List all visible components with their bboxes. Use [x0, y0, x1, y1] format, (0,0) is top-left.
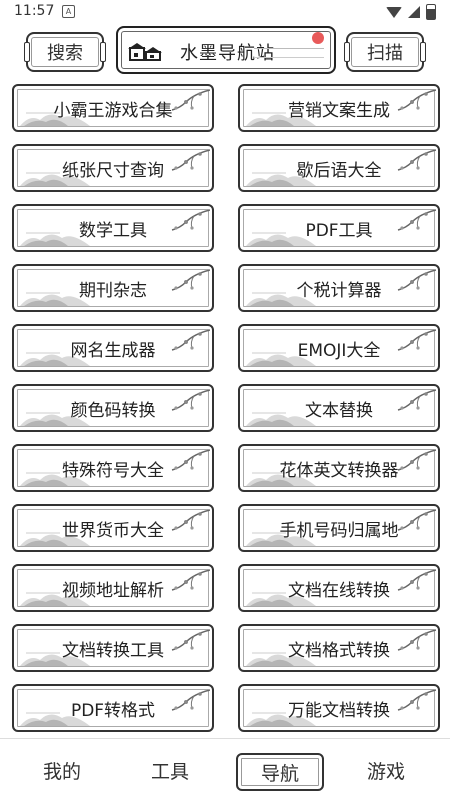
tab-label: 我的 [42, 760, 81, 783]
top-bar: 搜索 水墨导航站 扫描 [0, 24, 450, 76]
status-bar: 11:57 A [0, 0, 450, 24]
status-time: 11:57 [14, 3, 55, 19]
tool-card-label: 世界货币大全 [62, 521, 164, 541]
tool-card-label: 手机号码归属地 [279, 521, 399, 541]
tab-games[interactable]: 游戏 [344, 753, 428, 787]
tool-card[interactable]: 纸张尺寸查询 [12, 144, 214, 192]
tool-card-label: 歇后语大全 [296, 161, 382, 181]
tool-card-label: 视频地址解析 [62, 581, 164, 601]
status-icons [386, 4, 436, 20]
tab-nav[interactable]: 导航 [236, 753, 324, 791]
search-button-label: 搜索 [47, 43, 83, 64]
tool-card-label: 期刊杂志 [79, 281, 147, 301]
tool-card[interactable]: EMOJI大全 [238, 324, 440, 372]
tool-card[interactable]: 文本替换 [238, 384, 440, 432]
red-sun-icon [312, 32, 324, 44]
tool-card[interactable]: 网名生成器 [12, 324, 214, 372]
app-title-banner: 水墨导航站 [116, 26, 336, 74]
tool-card[interactable]: 小霸王游戏合集 [12, 84, 214, 132]
tool-card-label: 文档格式转换 [288, 641, 390, 661]
signal-icon [408, 6, 420, 18]
tab-label: 导航 [260, 762, 299, 785]
scan-button-label: 扫描 [367, 43, 403, 64]
tool-card[interactable]: 手机号码归属地 [238, 504, 440, 552]
tool-card[interactable]: 数学工具 [12, 204, 214, 252]
tool-card[interactable]: 颜色码转换 [12, 384, 214, 432]
tool-card-label: PDF转格式 [70, 701, 156, 721]
battery-icon [426, 4, 436, 20]
tool-card-label: 特殊符号大全 [62, 461, 164, 481]
tool-card[interactable]: PDF转格式 [12, 684, 214, 732]
tool-card-label: 营销文案生成 [288, 101, 390, 121]
tab-label: 游戏 [366, 760, 405, 783]
tool-card-label: 小霸王游戏合集 [53, 101, 173, 121]
tool-card[interactable]: 特殊符号大全 [12, 444, 214, 492]
tool-card-label: 网名生成器 [70, 341, 156, 361]
tool-card[interactable]: 文档在线转换 [238, 564, 440, 612]
scan-button[interactable]: 扫描 [344, 32, 426, 72]
ink-house-icon [128, 43, 162, 61]
tab-mine[interactable]: 我的 [20, 753, 104, 787]
tool-card-label: 颜色码转换 [70, 401, 156, 421]
tool-card-label: PDF工具 [305, 221, 373, 241]
tool-card-label: 数学工具 [79, 221, 147, 241]
tool-card[interactable]: 营销文案生成 [238, 84, 440, 132]
bottom-tab-bar: 我的 工具 导航 游戏 [0, 738, 450, 801]
tool-card[interactable]: 歇后语大全 [238, 144, 440, 192]
cloud-lines-decoration [254, 48, 324, 58]
tool-card-label: 文档在线转换 [288, 581, 390, 601]
sim-icon: A [62, 5, 75, 18]
tool-card-label: 个税计算器 [296, 281, 382, 301]
tool-card[interactable]: 万能文档转换 [238, 684, 440, 732]
tool-card-label: 纸张尺寸查询 [62, 161, 164, 181]
tool-card[interactable]: 文档转换工具 [12, 624, 214, 672]
tool-card[interactable]: PDF工具 [238, 204, 440, 252]
tool-card[interactable]: 世界货币大全 [12, 504, 214, 552]
tab-label: 工具 [150, 760, 189, 783]
wifi-icon [386, 6, 402, 18]
search-button[interactable]: 搜索 [24, 32, 106, 72]
tool-card-label: EMOJI大全 [297, 341, 381, 361]
tool-card[interactable]: 花体英文转换器 [238, 444, 440, 492]
tool-card[interactable]: 个税计算器 [238, 264, 440, 312]
tool-card[interactable]: 文档格式转换 [238, 624, 440, 672]
tool-card-label: 文档转换工具 [62, 641, 164, 661]
tab-tools[interactable]: 工具 [128, 753, 212, 787]
tool-card[interactable]: 期刊杂志 [12, 264, 214, 312]
tool-card-label: 花体英文转换器 [279, 461, 399, 481]
tool-card-label: 文本替换 [305, 401, 373, 421]
tool-card-label: 万能文档转换 [288, 701, 390, 721]
tool-card[interactable]: 视频地址解析 [12, 564, 214, 612]
